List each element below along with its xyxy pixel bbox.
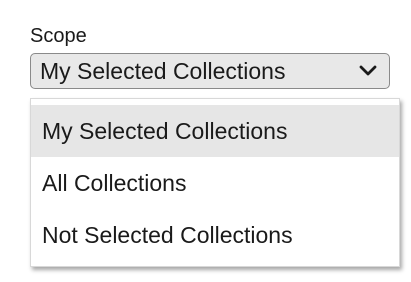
chevron-down-icon [359,65,377,76]
scope-label: Scope [30,25,87,47]
scope-selected-value: My Selected Collections [40,57,286,84]
option-all-collections[interactable]: All Collections [31,157,399,209]
scope-select[interactable]: My Selected Collections [30,53,390,89]
option-label: My Selected Collections [42,117,288,144]
option-label: Not Selected Collections [42,221,293,248]
option-not-selected-collections[interactable]: Not Selected Collections [31,209,399,261]
scope-dropdown-list: My Selected Collections All Collections … [30,98,400,267]
option-label: All Collections [42,169,187,196]
option-my-selected-collections[interactable]: My Selected Collections [31,105,399,157]
